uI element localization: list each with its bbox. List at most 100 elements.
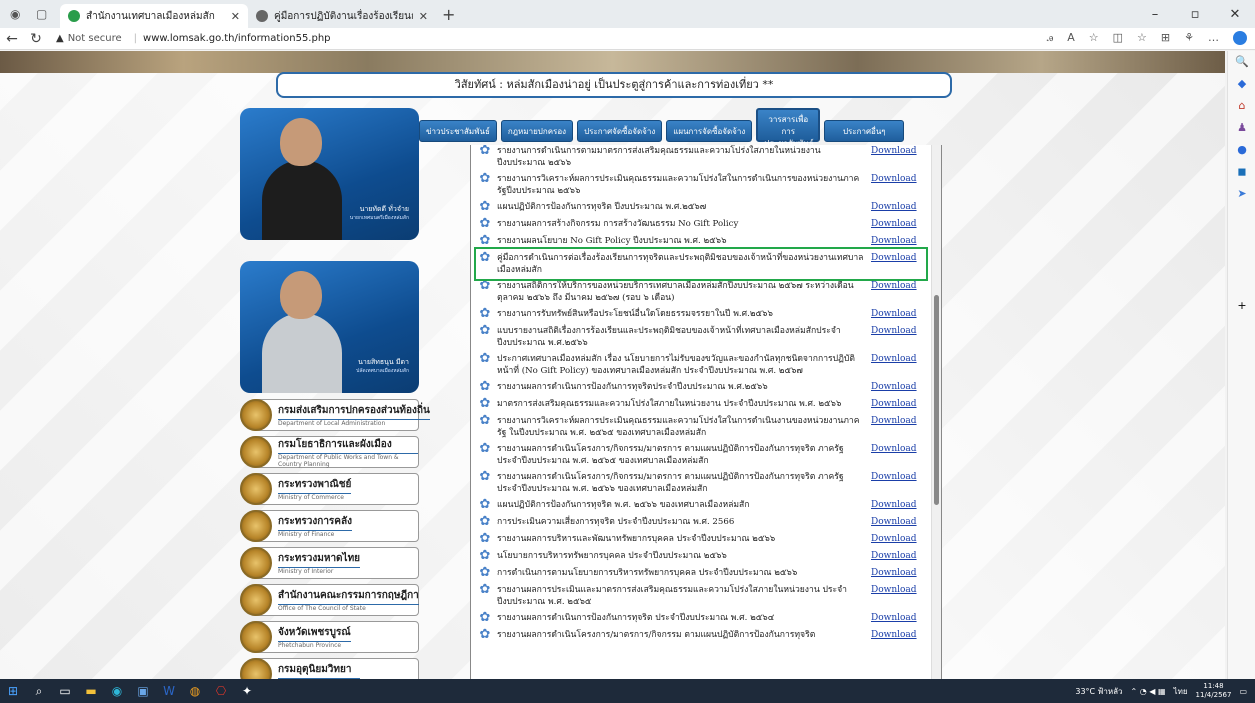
shopping-icon[interactable]: ◆ <box>1228 73 1255 95</box>
menu-item[interactable]: แผนการจัดซื้อจัดจ้าง <box>666 120 753 142</box>
agency-link[interactable]: จังหวัดเพชรบูรณ์ Phetchabun Province <box>240 621 419 653</box>
notification-icon[interactable]: ▭ <box>1239 687 1247 696</box>
document-bullet-icon: ✿ <box>479 145 491 158</box>
tab-title: คู่มือการปฏิบัติงานเรื่องร้องเรียนการทุจ <box>274 10 413 22</box>
collections-icon[interactable]: ⊞ <box>1161 31 1170 45</box>
store-icon[interactable]: ▣ <box>130 684 156 698</box>
download-link[interactable]: Download <box>865 173 925 185</box>
document-scrollbar[interactable] <box>931 145 941 679</box>
download-link[interactable]: Download <box>865 235 925 247</box>
read-aloud-icon[interactable]: ꭿ <box>1047 31 1054 45</box>
download-link[interactable]: Download <box>865 325 925 337</box>
agency-seal-icon <box>240 473 272 505</box>
clock-time: 11:48 <box>1203 682 1224 690</box>
main-menu: ข่าวประชาสัมพันธ์ กฎหมายปกครอง ประกาศจัดซื… <box>419 108 905 148</box>
search-icon[interactable]: ⌕ <box>26 684 52 699</box>
agency-link[interactable]: กรมโยธาธิการและผังเมือง Department of Pub… <box>240 436 419 468</box>
agency-name-en: Phetchabun Province <box>278 641 351 649</box>
favorite-icon[interactable]: ☆ <box>1089 31 1099 45</box>
agency-link[interactable]: กรมอุตุนิยมวิทยาMeteorological Departmen… <box>240 658 419 679</box>
download-link[interactable]: Download <box>865 533 925 545</box>
menu-item[interactable]: ประกาศอื่นๆ <box>824 120 905 142</box>
url-field[interactable]: ▲ Not secure | www.lomsak.go.th/informat… <box>56 33 331 44</box>
agency-link[interactable]: กระทรวงมหาดไทย Ministry of Interior <box>240 547 419 579</box>
menu-item[interactable]: ข่าวประชาสัมพันธ์ <box>419 120 497 142</box>
edge-icon[interactable]: ◉ <box>104 684 130 698</box>
profile-icon[interactable]: ◉ <box>10 6 26 22</box>
browser-tab[interactable]: คู่มือการปฏิบัติงานเรื่องร้องเรียนการทุจ… <box>248 4 436 28</box>
menu-item[interactable]: กฎหมายปกครอง <box>500 120 574 142</box>
restore-icon[interactable]: ▫ <box>1175 7 1215 22</box>
download-link[interactable]: Download <box>865 516 925 528</box>
download-link[interactable]: Download <box>865 415 925 427</box>
weather-text[interactable]: 33°C ฟ้าหลัว <box>1075 685 1122 698</box>
document-row: ✿ การประเมินความเสี่ยงการทุจริต ประจำปีงบ… <box>477 514 925 531</box>
agency-link[interactable]: กรมส่งเสริมการปกครองส่วนท้องถิ่น Departme… <box>240 399 430 431</box>
document-title: แผนปฏิบัติการป้องกันการทุจริต พ.ศ. ๒๕๖๖ … <box>497 500 750 510</box>
games-icon[interactable]: ♟ <box>1228 117 1255 139</box>
tab-close-icon[interactable]: ✕ <box>231 10 240 23</box>
new-tab-button[interactable]: + <box>442 5 455 24</box>
tab-close-icon[interactable]: ✕ <box>419 10 428 23</box>
refresh-icon[interactable]: ↻ <box>24 31 48 47</box>
tray-icons[interactable]: ⌃ ◔ ◀ ▦ <box>1131 687 1166 696</box>
split-screen-icon[interactable]: ◫ <box>1113 31 1123 45</box>
download-link[interactable]: Download <box>865 584 925 596</box>
start-icon[interactable]: ⊞ <box>0 684 26 698</box>
chrome-icon[interactable]: ◍ <box>182 684 208 698</box>
app-icon[interactable]: ✦ <box>234 684 260 698</box>
outlook-icon[interactable]: ◼ <box>1228 161 1255 183</box>
download-link[interactable]: Download <box>865 567 925 579</box>
close-icon[interactable]: ✕ <box>1215 7 1255 22</box>
download-link[interactable]: Download <box>865 550 925 562</box>
browser-tab[interactable]: สำนักงานเทศบาลเมืองหล่มสัก ✕ <box>60 4 248 28</box>
agency-name-th: กระทรวงพาณิชย์ <box>278 479 352 490</box>
menu-item[interactable]: วารสารเพื่อการประชาสัมพันธ์ <box>756 108 821 148</box>
clock[interactable]: 11:48 11/4/2567 <box>1196 682 1232 700</box>
add-icon[interactable]: + <box>1228 295 1255 317</box>
agency-link[interactable]: สำนักงานคณะกรรมการกฤษฎีกา Office of The C… <box>240 584 419 616</box>
document-row: ✿ ประกาศเทศบาลเมืองหล่มสัก เรื่อง นโยบายก… <box>477 351 925 379</box>
browser-titlebar: ◉ ▢ สำนักงานเทศบาลเมืองหล่มสัก ✕ คู่มือการ… <box>0 0 1255 28</box>
copilot-icon[interactable] <box>1233 31 1247 45</box>
tools-icon[interactable]: ⌂ <box>1228 95 1255 117</box>
download-link[interactable]: Download <box>865 381 925 393</box>
download-link[interactable]: Download <box>865 145 925 157</box>
favorites-icon[interactable]: ☆ <box>1137 31 1147 45</box>
task-view-icon[interactable]: ▭ <box>52 684 78 698</box>
download-link[interactable]: Download <box>865 612 925 624</box>
office-icon[interactable]: ● <box>1228 139 1255 161</box>
tab-strip: สำนักงานเทศบาลเมืองหล่มสัก ✕ คู่มือการปฏิบ… <box>60 0 436 28</box>
text-size-icon[interactable]: A <box>1067 31 1075 45</box>
document-row: ✿ แผนปฏิบัติการป้องกันการทุจริต ปีงบประมา… <box>477 199 925 216</box>
download-link[interactable]: Download <box>865 353 925 365</box>
download-link[interactable]: Download <box>865 218 925 230</box>
more-icon[interactable]: … <box>1208 31 1219 45</box>
agency-link[interactable]: กระทรวงการคลัง Ministry of Finance <box>240 510 419 542</box>
acrobat-icon[interactable]: ⎔ <box>208 684 234 698</box>
word-icon[interactable]: W <box>156 684 182 698</box>
menu-item[interactable]: ประกาศจัดซื้อจัดจ้าง <box>577 120 663 142</box>
download-link[interactable]: Download <box>865 280 925 292</box>
download-link[interactable]: Download <box>865 398 925 410</box>
scroll-thumb[interactable] <box>934 295 939 505</box>
download-link[interactable]: Download <box>865 471 925 483</box>
download-link[interactable]: Download <box>865 629 925 641</box>
minimize-icon[interactable]: – <box>1135 7 1175 22</box>
download-link[interactable]: Download <box>865 443 925 455</box>
document-bullet-icon: ✿ <box>479 216 491 231</box>
agency-link[interactable]: กระทรวงพาณิชย์ Ministry of Commerce <box>240 473 419 505</box>
send-icon[interactable]: ➤ <box>1228 183 1255 205</box>
file-explorer-icon[interactable]: ▬ <box>78 684 104 698</box>
search-icon[interactable]: 🔍 <box>1228 51 1255 73</box>
download-link[interactable]: Download <box>865 201 925 213</box>
tab-actions-icon[interactable]: ▢ <box>36 6 52 22</box>
extensions-icon[interactable]: ⚘ <box>1184 31 1194 45</box>
language-indicator[interactable]: ไทย <box>1174 685 1188 698</box>
back-icon[interactable]: ← <box>0 31 24 47</box>
download-link[interactable]: Download <box>865 308 925 320</box>
agency-seal-icon <box>240 547 272 579</box>
agency-seal-icon <box>240 510 272 542</box>
download-link[interactable]: Download <box>865 252 925 264</box>
download-link[interactable]: Download <box>865 499 925 511</box>
